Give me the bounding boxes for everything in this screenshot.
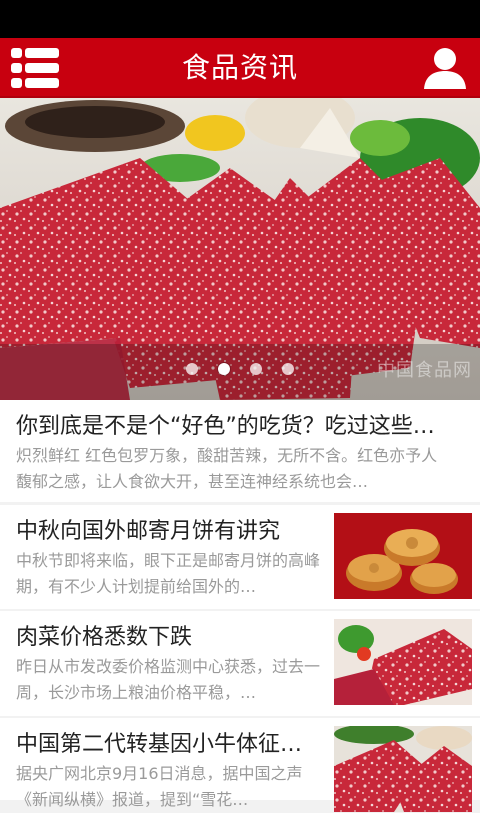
news-title: 中秋向国外邮寄月饼有讲究 [16,519,281,544]
user-button[interactable] [421,45,469,91]
pager-dot-active[interactable] [218,363,230,375]
pager-dot[interactable] [250,363,262,375]
news-summary: 炽烈鲜红 红色包罗万象，酸甜苦辣，无所不含。红色亦予人馥郁之感，让人食欲大开，甚… [16,446,438,491]
pager-dot[interactable] [186,363,198,375]
news-title: 肉菜价格悉数下跌 [16,625,193,650]
news-summary: 中秋节即将来临，眼下正是邮寄月饼的高峰期，有不少人计划提前给国外的… [16,551,321,596]
mooncake-photo [334,513,472,599]
page-title: 食品资讯 [181,51,298,84]
beef-photo [334,726,472,812]
news-thumbnail [334,619,472,705]
news-summary: 昨日从市发改委价格监测中心获悉，过去一周，长沙市场上粮油价格平稳，… [16,657,321,702]
pager-dot[interactable] [282,363,294,375]
top-bar: 食品资讯 [0,38,480,98]
image-carousel[interactable]: 中国食品网 [0,98,480,400]
meat-veg-photo [334,619,472,705]
status-bar [0,0,480,38]
news-item[interactable]: 你到底是不是个“好色”的吃货？吃过这些… 炽烈鲜红 红色包罗万象，酸甜苦辣，无所… [0,400,480,502]
news-item[interactable]: 中国第二代转基因小牛体征… 据央广网北京9月16日消息，据中国之声《新闻纵横》报… [0,718,480,812]
user-icon [424,48,466,89]
news-title: 你到底是不是个“好色”的吃货？吃过这些… [16,414,435,439]
news-thumbnail [334,513,472,599]
watermark: 中国食品网 [377,360,472,381]
news-thumbnail [334,726,472,812]
news-title: 中国第二代转基因小牛体征… [16,732,303,757]
news-item[interactable]: 中秋向国外邮寄月饼有讲究 中秋节即将来临，眼下正是邮寄月饼的高峰期，有不少人计划… [0,505,480,609]
news-item[interactable]: 肉菜价格悉数下跌 昨日从市发改委价格监测中心获悉，过去一周，长沙市场上粮油价格平… [0,611,480,716]
news-summary: 据央广网北京9月16日消息，据中国之声《新闻纵横》报道，提到“雪花… [16,764,303,809]
